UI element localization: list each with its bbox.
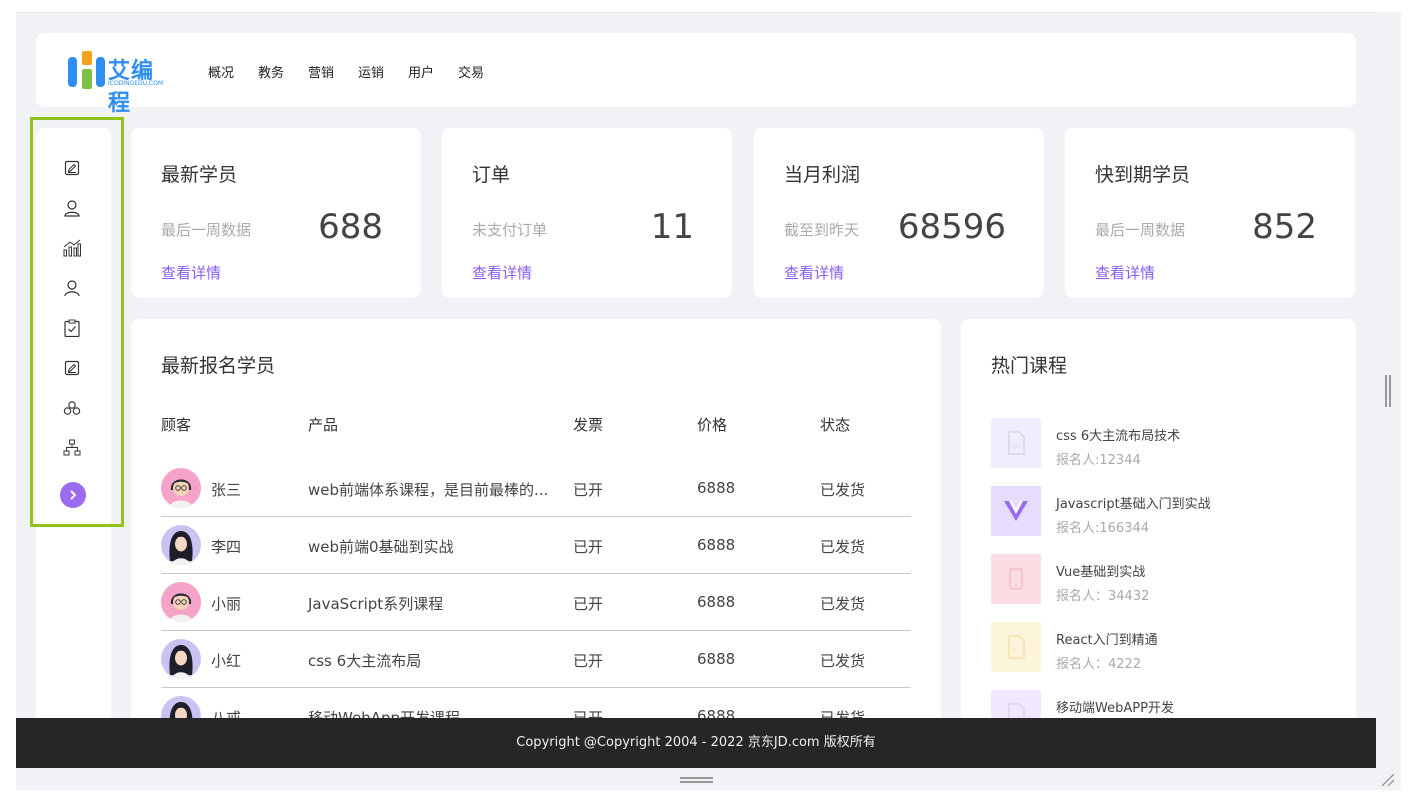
nav-item-trade[interactable]: 交易 [458, 62, 508, 81]
course-item[interactable]: Vue基础到实战 报名人：34432 [991, 554, 1311, 606]
resize-corner-icon[interactable] [1380, 772, 1396, 788]
nav-item-overview[interactable]: 概况 [208, 62, 258, 81]
vue-logo-icon [991, 486, 1041, 536]
sidebar-highlight-box [30, 117, 124, 527]
frame-top-border [16, 12, 1376, 13]
card-subtitle: 最后一周数据 [161, 221, 252, 239]
css-file-icon: css [991, 418, 1041, 468]
nav-item-users[interactable]: 用户 [408, 62, 458, 81]
product-name: web前端体系课程，是目前最棒的... [308, 481, 549, 499]
course-enrollment-count: 报名人：34432 [1056, 589, 1150, 604]
js-file-icon: js [991, 622, 1041, 672]
nav-item-operations[interactable]: 运销 [358, 62, 408, 81]
course-name: React入门到精通 [1056, 633, 1158, 648]
hot-courses-panel: 热门课程 css css 6大主流布局技术 报名人:12344 Javascri… [961, 319, 1356, 739]
course-name: 移动端WebAPP开发 [1056, 701, 1174, 716]
invoice-status: 已开 [573, 652, 604, 670]
price: 6888 [697, 650, 736, 668]
table-row[interactable]: 小丽 JavaScript系列课程 已开 6888 已发货 [161, 574, 911, 631]
course-enrollment-count: 报名人:166344 [1056, 521, 1150, 536]
column-header-price: 价格 [697, 416, 728, 434]
invoice-status: 已开 [573, 595, 604, 613]
order-status: 已发货 [820, 481, 866, 499]
card-detail-link[interactable]: 查看详情 [161, 262, 221, 283]
logo-mark-icon [68, 51, 105, 89]
panel-title: 最新报名学员 [161, 355, 276, 377]
product-name: css 6大主流布局 [308, 652, 422, 670]
course-name: Vue基础到实战 [1056, 565, 1146, 580]
card-title: 当月利润 [784, 164, 861, 186]
vertical-resize-grip[interactable] [1385, 375, 1391, 407]
card-title: 最新学员 [161, 164, 238, 186]
card-title: 订单 [472, 164, 511, 186]
price: 6888 [697, 479, 736, 497]
column-header-invoice: 发票 [573, 416, 604, 434]
table-row[interactable]: 张三 web前端体系课程，是目前最棒的... 已开 6888 已发货 [161, 460, 911, 517]
brand-sub: ICODINGEDU.COM [108, 80, 164, 87]
invoice-status: 已开 [573, 538, 604, 556]
table-row[interactable]: 李四 web前端0基础到实战 已开 6888 已发货 [161, 517, 911, 574]
top-nav: 概况 教务 营销 运销 用户 交易 [208, 62, 508, 81]
page-footer: Copyright @Copyright 2004 - 2022 京东JD.co… [16, 718, 1376, 768]
course-name: css 6大主流布局技术 [1056, 429, 1181, 444]
avatar [161, 468, 201, 508]
avatar [161, 639, 201, 679]
column-header-customer: 顾客 [161, 416, 192, 434]
stat-card-expiring-students: 快到期学员 最后一周数据 852 查看详情 [1065, 128, 1355, 298]
top-header: 艾编程 ICODINGEDU.COM 概况 教务 营销 运销 用户 交易 [36, 33, 1356, 116]
card-title: 快到期学员 [1095, 164, 1191, 186]
course-item[interactable]: js React入门到精通 报名人：4222 [991, 622, 1311, 674]
card-value: 852 [1252, 207, 1317, 247]
customer-name: 小红 [211, 652, 242, 670]
enrollments-panel: 最新报名学员 顾客 产品 发票 价格 状态 张三 web前端体系课程，是目前最棒… [131, 319, 941, 739]
mobile-phone-icon [991, 554, 1041, 604]
course-enrollment-count: 报名人：4222 [1056, 657, 1142, 672]
stat-card-orders: 订单 未支付订单 11 查看详情 [442, 128, 732, 298]
column-header-status: 状态 [820, 416, 851, 434]
svg-text:css: css [1011, 443, 1021, 450]
invoice-status: 已开 [573, 481, 604, 499]
order-status: 已发货 [820, 538, 866, 556]
order-status: 已发货 [820, 595, 866, 613]
customer-name: 小丽 [211, 595, 242, 613]
column-header-product: 产品 [308, 416, 339, 434]
product-name: web前端0基础到实战 [308, 538, 454, 556]
card-detail-link[interactable]: 查看详情 [472, 262, 532, 283]
customer-name: 张三 [211, 481, 242, 499]
course-enrollment-count: 报名人:12344 [1056, 453, 1141, 468]
card-detail-link[interactable]: 查看详情 [784, 262, 844, 283]
card-subtitle: 截至到昨天 [784, 221, 860, 239]
order-status: 已发货 [820, 652, 866, 670]
avatar [161, 582, 201, 622]
stat-card-new-students: 最新学员 最后一周数据 688 查看详情 [131, 128, 421, 298]
copyright-text: Copyright @Copyright 2004 - 2022 京东JD.co… [516, 735, 876, 750]
card-value: 68596 [897, 207, 1006, 247]
brand-logo[interactable]: 艾编程 ICODINGEDU.COM [68, 51, 168, 116]
stat-card-profit: 当月利润 截至到昨天 68596 查看详情 [754, 128, 1044, 298]
course-name: Javascript基础入门到实战 [1056, 497, 1211, 512]
table-header: 顾客 产品 发票 价格 状态 [161, 414, 911, 434]
svg-text:js: js [1011, 647, 1017, 654]
card-subtitle: 未支付订单 [472, 221, 548, 239]
card-detail-link[interactable]: 查看详情 [1095, 262, 1155, 283]
avatar [161, 525, 201, 565]
customer-name: 李四 [211, 538, 242, 556]
price: 6888 [697, 593, 736, 611]
course-item[interactable]: Javascript基础入门到实战 报名人:166344 [991, 486, 1311, 538]
course-item[interactable]: css css 6大主流布局技术 报名人:12344 [991, 418, 1311, 470]
price: 6888 [697, 536, 736, 554]
nav-item-academic[interactable]: 教务 [258, 62, 308, 81]
nav-item-marketing[interactable]: 营销 [308, 62, 358, 81]
horizontal-resize-grip[interactable] [680, 777, 713, 783]
card-value: 688 [318, 207, 383, 247]
card-subtitle: 最后一周数据 [1095, 221, 1186, 239]
table-row[interactable]: 小红 css 6大主流布局 已开 6888 已发货 [161, 631, 911, 688]
product-name: JavaScript系列课程 [308, 595, 444, 613]
card-value: 11 [650, 207, 694, 247]
panel-title: 热门课程 [991, 355, 1068, 377]
